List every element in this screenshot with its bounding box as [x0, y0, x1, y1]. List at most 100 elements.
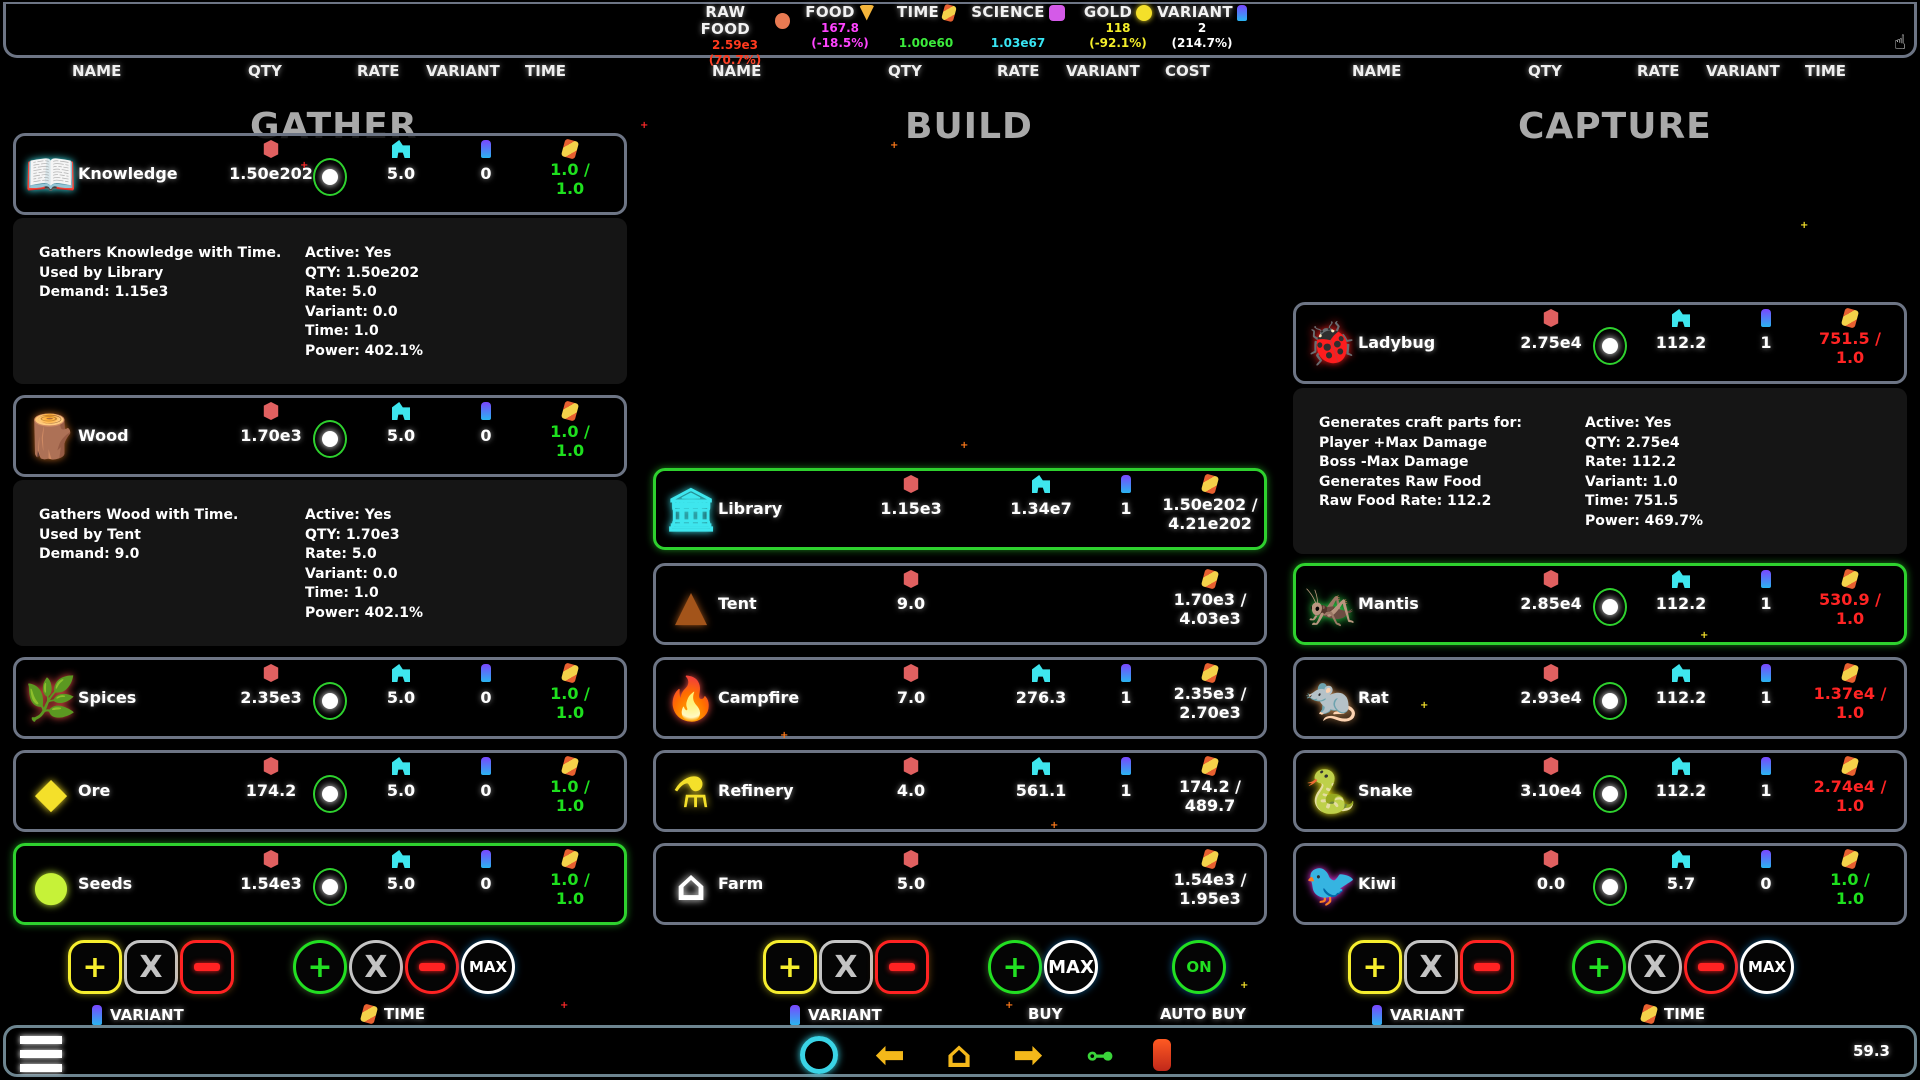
- rate-value: 5.0: [386, 874, 416, 893]
- capture-variant-minus-button[interactable]: [1460, 940, 1514, 994]
- qty-cell: 3.10e4: [1496, 757, 1606, 800]
- info-line: Power: 469.7%: [1585, 512, 1703, 529]
- info-panel-wood: Gathers Wood with Time. Used by Tent Deman…: [13, 480, 627, 646]
- item-name: Campfire: [718, 688, 800, 707]
- time-value: 1.0 /: [550, 684, 590, 703]
- logs-icon: 🪵: [24, 412, 78, 461]
- list-item-tent[interactable]: ▲ Tent 9.0 1.70e3 /4.03e3: [653, 563, 1267, 645]
- minus-icon: [194, 963, 220, 971]
- variant-value: 0: [480, 426, 492, 445]
- home-button[interactable]: ⌂: [937, 1035, 981, 1076]
- list-item-ladybug[interactable]: 🐞 Ladybug 2.75e4 112.2 1 751.5 /1.0: [1293, 302, 1907, 384]
- portal-button[interactable]: [797, 1035, 841, 1075]
- build-variant-plus-button[interactable]: +: [763, 940, 817, 994]
- capture-time-minus-button[interactable]: [1684, 940, 1738, 994]
- active-toggle[interactable]: [313, 868, 347, 906]
- time-value-2: 1.0: [1835, 609, 1865, 628]
- variant-cell: 0: [456, 850, 516, 893]
- variant-value: 1: [1760, 594, 1772, 613]
- build-buy-max-button[interactable]: MAX: [1044, 940, 1098, 994]
- time-value-2: 1.0: [555, 441, 585, 460]
- time-cell: 1.0 /1.0: [516, 662, 624, 722]
- build-buy-plus-button[interactable]: +: [988, 940, 1042, 994]
- crate-icon: [263, 402, 279, 420]
- character-icon: [1153, 1039, 1171, 1071]
- list-item-seeds[interactable]: ● Seeds 1.54e3 5.0 0 1.0 /1.0: [13, 843, 627, 925]
- list-item-refinery[interactable]: ⚗ Refinery 4.0 561.1 1 174.2 /489.7: [653, 750, 1267, 832]
- qty-value: 2.85e4: [1520, 594, 1582, 613]
- rate-value: 5.0: [386, 781, 416, 800]
- gather-time-reset-button[interactable]: X: [349, 940, 403, 994]
- active-toggle[interactable]: [313, 775, 347, 813]
- menu-button[interactable]: [20, 1036, 62, 1072]
- figure-icon: [1761, 570, 1771, 588]
- build-variant-reset-button[interactable]: X: [819, 940, 873, 994]
- plus-icon: +: [307, 949, 333, 985]
- list-item-wood[interactable]: 🪵 Wood 1.70e3 5.0 0 1.0 /1.0: [13, 395, 627, 477]
- list-item-knowledge[interactable]: 📖 Knowledge 1.50e202 5.0 0 1.0 /1.0: [13, 133, 627, 215]
- capture-time-plus-button[interactable]: +: [1572, 940, 1626, 994]
- arrow-left-icon: ⬅: [874, 1034, 906, 1076]
- auto-buy-toggle[interactable]: ON: [1172, 940, 1226, 994]
- gather-time-max-button[interactable]: MAX: [461, 940, 515, 994]
- list-item-snake[interactable]: 🐍 Snake 3.10e4 112.2 1 2.74e4 /1.0: [1293, 750, 1907, 832]
- info-line: QTY: 1.50e202: [305, 264, 420, 281]
- variant-value: 0: [480, 164, 492, 183]
- active-toggle[interactable]: [313, 682, 347, 720]
- variant-cell: 1: [1736, 757, 1796, 800]
- list-item-rat[interactable]: 🐀 Rat 2.93e4 112.2 1 1.37e4 /1.0: [1293, 657, 1907, 739]
- info-line: Power: 402.1%: [305, 342, 423, 359]
- list-item-kiwi[interactable]: 🐦 Kiwi 0.0 5.7 0 1.0 /1.0: [1293, 843, 1907, 925]
- gather-variant-reset-button[interactable]: X: [124, 940, 178, 994]
- capture-variant-plus-button[interactable]: +: [1348, 940, 1402, 994]
- column-header-rate: RATE: [997, 62, 1040, 80]
- active-toggle[interactable]: [1593, 588, 1627, 626]
- capture-time-reset-button[interactable]: X: [1628, 940, 1682, 994]
- active-toggle[interactable]: [313, 158, 347, 196]
- gear-icon: [392, 850, 410, 868]
- item-name: Wood: [78, 426, 129, 445]
- list-item-campfire[interactable]: 🔥 Campfire 7.0 276.3 1 2.35e3 /2.70e3: [653, 657, 1267, 739]
- active-toggle[interactable]: [1593, 682, 1627, 720]
- resource-value: 2.59e3: [711, 38, 759, 52]
- list-item-mantis[interactable]: 🦗 Mantis 2.85e4 112.2 1 530.9 /1.0: [1293, 563, 1907, 645]
- active-toggle[interactable]: [313, 420, 347, 458]
- rate-cell: 5.0: [356, 140, 446, 183]
- next-page-button[interactable]: ➡: [1006, 1035, 1050, 1076]
- qty-value: 1.70e3: [240, 426, 302, 445]
- prev-page-button[interactable]: ⬅: [868, 1034, 912, 1076]
- time-value-2: 1.0: [555, 889, 585, 908]
- qty-cell: 5.0: [856, 850, 966, 893]
- list-item-ore[interactable]: ◆ Ore 174.2 5.0 0 1.0 /1.0: [13, 750, 627, 832]
- gather-time-minus-button[interactable]: [405, 940, 459, 994]
- list-item-spices[interactable]: 🌿 Spices 2.35e3 5.0 0 1.0 /1.0: [13, 657, 627, 739]
- rate-cell: 1.34e7: [996, 475, 1086, 518]
- active-toggle[interactable]: [1593, 868, 1627, 906]
- resource-label: GOLD: [1083, 3, 1133, 21]
- tent-icon: ▲: [674, 580, 708, 630]
- info-panel-ladybug: Generates craft parts for: Player +Max Da…: [1293, 388, 1907, 554]
- tech-tree-button[interactable]: ⊶: [1078, 1035, 1122, 1075]
- info-line: Active: Yes: [1585, 415, 1672, 431]
- resource-label: FOOD: [805, 3, 855, 21]
- capture-variant-reset-button[interactable]: X: [1404, 940, 1458, 994]
- active-toggle[interactable]: [1593, 775, 1627, 813]
- qty-cell: 2.93e4: [1496, 664, 1606, 707]
- gather-variant-plus-button[interactable]: +: [68, 940, 122, 994]
- character-button[interactable]: [1140, 1035, 1184, 1075]
- capture-time-max-button[interactable]: MAX: [1740, 940, 1794, 994]
- figure-icon: [1121, 475, 1131, 493]
- item-name: Seeds: [78, 874, 133, 893]
- gather-time-plus-button[interactable]: +: [293, 940, 347, 994]
- build-variant-minus-button[interactable]: [875, 940, 929, 994]
- info-panel-knowledge: Gathers Knowledge with Time. Used by Libr…: [13, 218, 627, 384]
- gather-variant-minus-button[interactable]: [180, 940, 234, 994]
- info-line: Active: Yes: [305, 245, 392, 261]
- active-toggle[interactable]: [1593, 327, 1627, 365]
- time-cell: 530.9 /1.0: [1796, 568, 1904, 628]
- gear-icon: [1672, 757, 1690, 775]
- apple-icon: ●: [32, 860, 70, 910]
- list-item-library[interactable]: 🏛 Library 1.15e3 1.34e7 1 1.50e202 /4.21e202: [653, 468, 1267, 550]
- qty-cell: 1.15e3: [856, 475, 966, 518]
- list-item-farm[interactable]: ⌂ Farm 5.0 1.54e3 /1.95e3: [653, 843, 1267, 925]
